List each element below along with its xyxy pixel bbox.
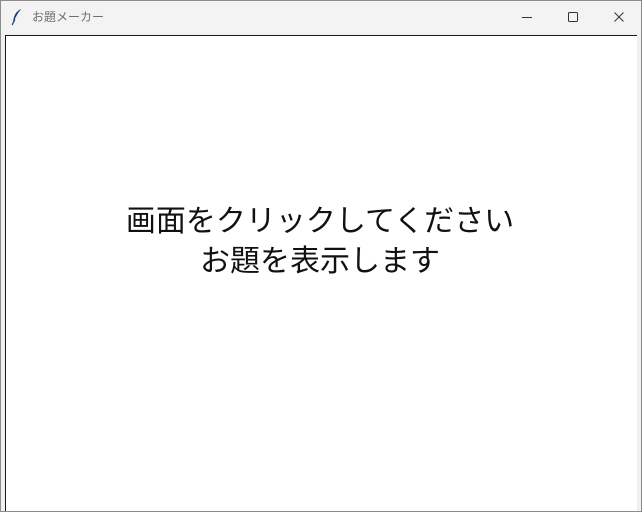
window-title: お題メーカー	[32, 10, 105, 24]
minimize-icon	[522, 17, 532, 18]
maximize-icon	[568, 12, 578, 22]
instruction-line-1: 画面をクリックしてください	[125, 204, 515, 239]
minimize-button[interactable]	[504, 1, 550, 33]
title-bar[interactable]: お題メーカー	[1, 1, 641, 33]
close-button[interactable]	[596, 1, 642, 33]
instruction-line-2: お題を表示します	[200, 244, 440, 279]
maximize-button[interactable]	[550, 1, 596, 33]
close-icon	[614, 12, 624, 22]
instruction-message: 画面をクリックしてください お題を表示します	[0, 202, 640, 282]
feather-icon	[10, 8, 24, 26]
